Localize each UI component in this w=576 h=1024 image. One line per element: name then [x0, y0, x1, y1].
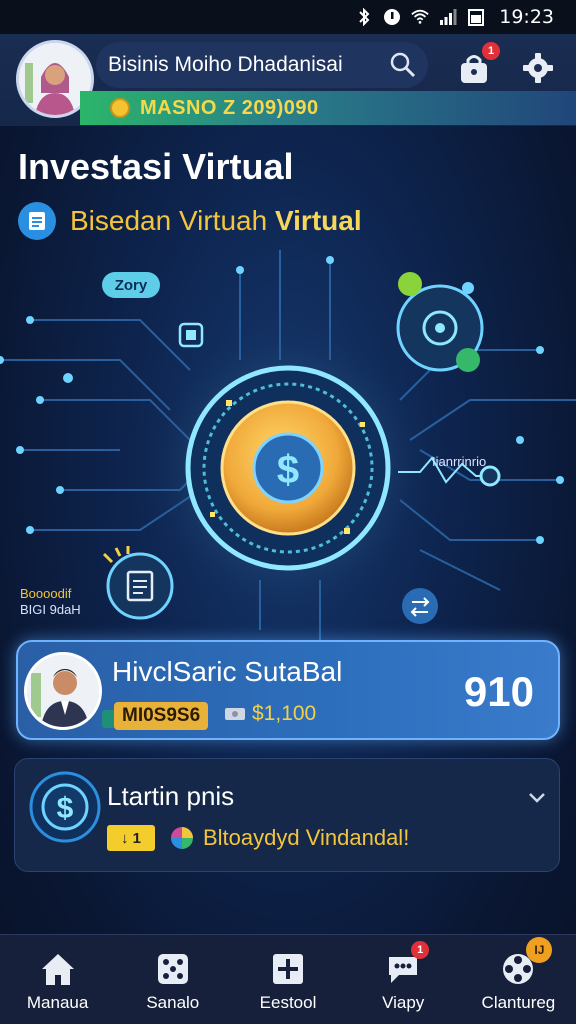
nav-item-dice[interactable]: Sanalo: [115, 935, 230, 1024]
nav-item-film[interactable]: IJ Clantureg: [461, 935, 576, 1024]
nav-item-add[interactable]: Eestool: [230, 935, 345, 1024]
film-badge: IJ: [526, 937, 553, 963]
search-bar[interactable]: Bisinis Moiho Dhadanisai: [96, 42, 428, 88]
svg-text:$: $: [277, 448, 299, 492]
plus-box-icon: [268, 949, 308, 989]
chat-icon: 1: [383, 941, 430, 989]
nav-label: Clantureg: [481, 993, 556, 1012]
search-text: Bisinis Moiho Dhadanisai: [108, 53, 343, 76]
nav-label: Manaua: [26, 993, 89, 1012]
wifi-icon: [411, 8, 429, 26]
svg-text:$: $: [57, 792, 74, 825]
hero-illustration: $: [0, 250, 576, 640]
side-label-2: BIGI 9daH: [20, 602, 81, 617]
nav-label: Sanalo: [146, 993, 200, 1012]
bottom-nav: Manaua Sanalo Eestool 1 Viapy IJ Clantur…: [0, 934, 576, 1024]
status-bar: 19:23: [0, 0, 576, 34]
home-icon: [38, 949, 78, 989]
bluetooth-icon: [355, 8, 373, 26]
portfolio-card[interactable]: $ Ltartin pnis ↓ 1 Bltoaydyd Vindandal!: [14, 758, 560, 872]
investor-amount-row: $1,100: [224, 702, 316, 726]
dice-icon: [153, 949, 193, 989]
nav-label: Eestool: [259, 993, 317, 1012]
battery-icon: [467, 8, 485, 26]
chat-badge: 1: [411, 941, 430, 959]
document-icon: [18, 202, 56, 240]
nav-label: Viapy: [382, 993, 425, 1012]
subtitle-highlight: Virtual: [274, 205, 362, 236]
graph-label: Iianrrinrio: [432, 454, 487, 469]
investor-tag: MI0S9S6: [114, 702, 209, 730]
nav-item-home[interactable]: Manaua: [0, 935, 115, 1024]
subtitle-prefix: Bisedan Virtuah: [70, 205, 268, 236]
portfolio-text: Bltoaydyd Vindandal!: [203, 825, 410, 850]
search-icon[interactable]: [388, 50, 418, 80]
notification-badge: 1: [482, 42, 500, 60]
page-title: Investasi Virtual: [18, 146, 294, 187]
side-label-1: Boooodif: [20, 586, 72, 601]
cash-icon: [225, 708, 245, 720]
hero-pill: Zory: [102, 272, 160, 298]
film-reel-icon: IJ: [498, 937, 553, 989]
dollar-coin-icon: $: [29, 771, 101, 843]
balance-text: MASNO Z 209)090: [140, 96, 319, 119]
gear-icon: [523, 53, 553, 83]
alarm-icon: [383, 8, 401, 26]
signal-icon: [439, 8, 457, 26]
portfolio-title: Ltartin pnis: [107, 781, 235, 811]
nav-item-chat[interactable]: 1 Viapy: [346, 935, 461, 1024]
chevron-down-icon[interactable]: [527, 787, 547, 807]
coin-icon: [110, 98, 130, 118]
app-header: Bisinis Moiho Dhadanisai 1 MASNO Z 209)0…: [0, 34, 576, 126]
investor-name: HivclSaric SutaBal: [112, 656, 343, 687]
notifications-button[interactable]: 1: [454, 42, 500, 88]
investor-score: 910: [463, 668, 534, 715]
subtitle-row: Bisedan Virtuah Virtual: [18, 202, 362, 240]
portfolio-tag: ↓ 1: [107, 825, 155, 851]
pie-icon: [171, 827, 193, 849]
balance-bar: MASNO Z 209)090: [80, 91, 576, 125]
settings-button[interactable]: [518, 48, 558, 88]
app-screen: 19:23 Bisinis Moiho Dhadanisai 1 MASNO Z…: [0, 0, 576, 1024]
page-subtitle: Bisedan Virtuah Virtual: [70, 205, 362, 237]
investor-card[interactable]: HivclSaric SutaBal MI0S9S6 $1,100 910: [16, 640, 560, 740]
investor-avatar: [24, 652, 102, 730]
status-time: 19:23: [499, 6, 554, 28]
swap-icon: [402, 588, 438, 624]
investor-amount: $1,100: [252, 702, 317, 725]
